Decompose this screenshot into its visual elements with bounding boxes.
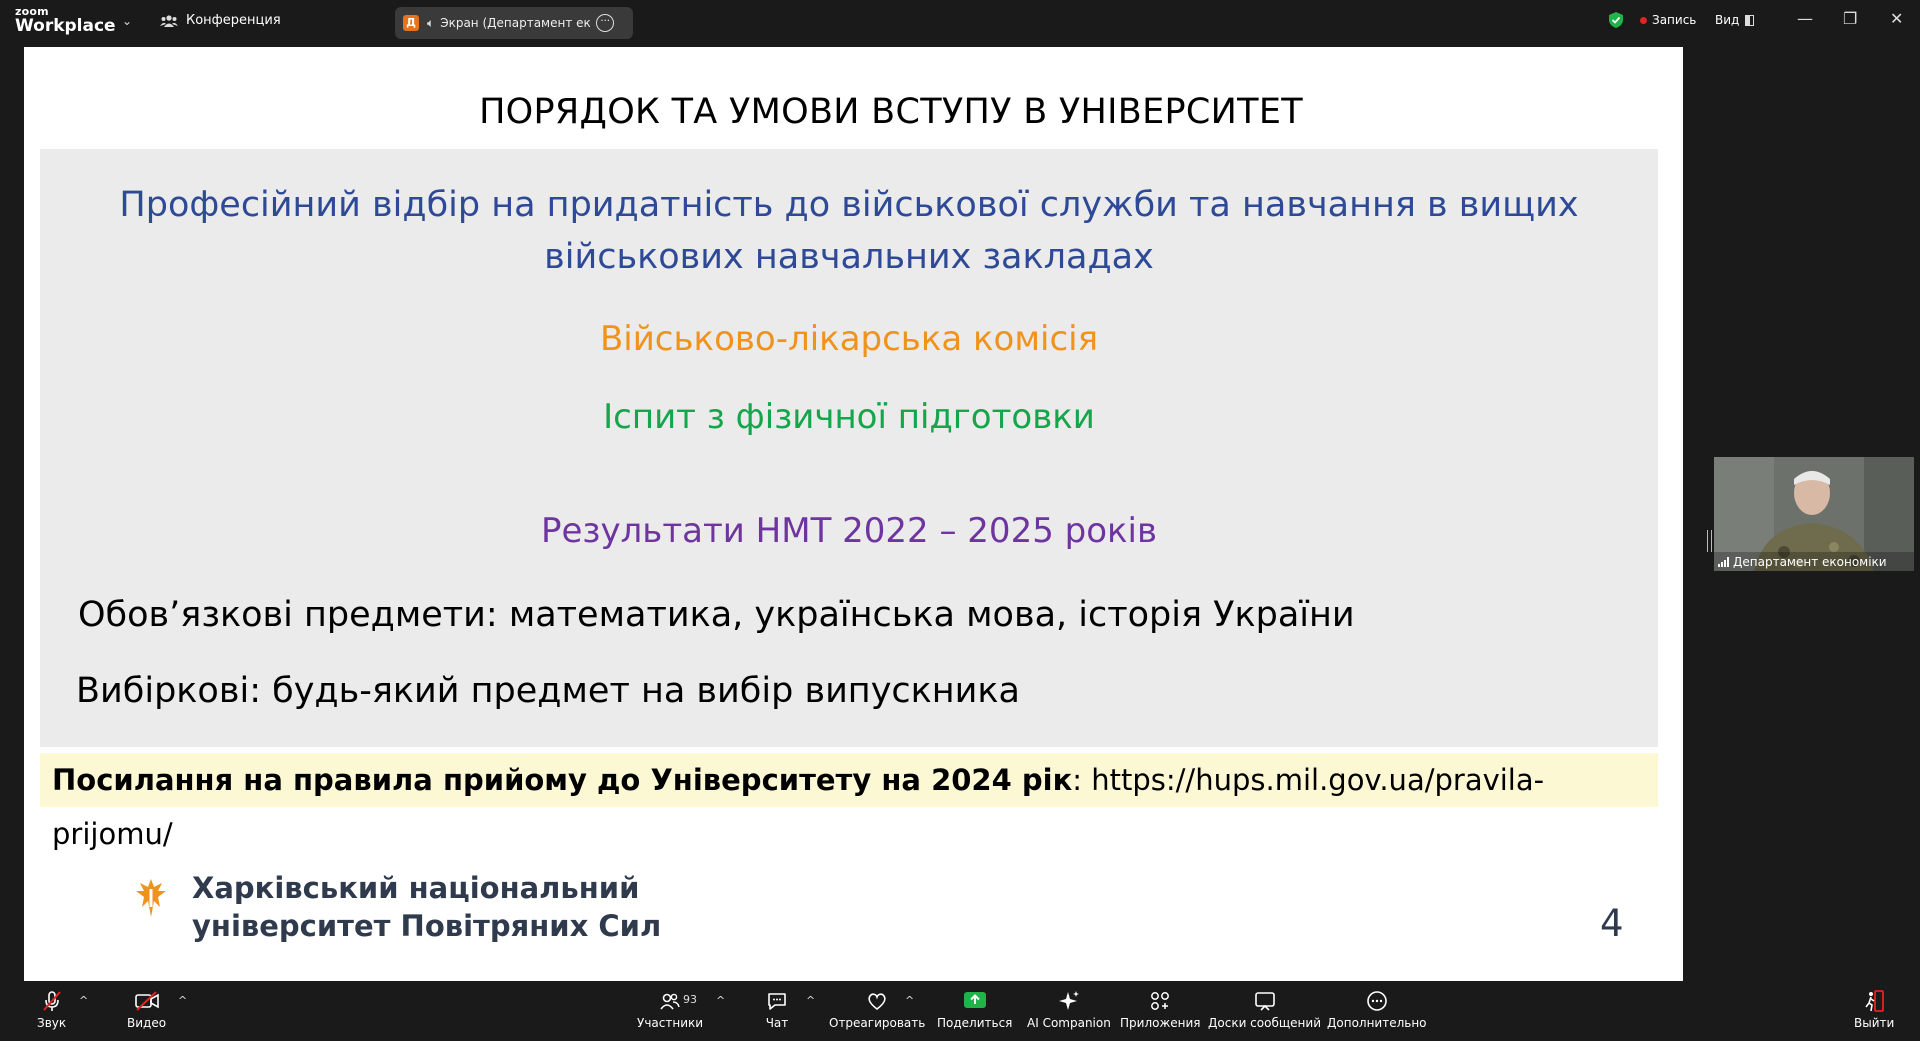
- screen-share-label: Экран (Департамент економіки): [440, 16, 591, 30]
- view-label: Вид: [1715, 13, 1740, 27]
- meeting-toolbar: Звук ^ Видео ^ Участники 93 ^ Чат ^ Отре…: [0, 981, 1920, 1041]
- shared-slide: ПОРЯДОК ТА УМОВИ ВСТУПУ В УНІВЕРСИТЕТ Пр…: [24, 47, 1683, 981]
- heart-icon: [868, 993, 886, 1011]
- react-options-chevron-icon[interactable]: ^: [905, 994, 914, 1007]
- recording-label: Запись: [1652, 13, 1697, 27]
- audio-button[interactable]: Звук: [37, 989, 66, 1030]
- university-name-line1: Харківський національний: [192, 871, 640, 905]
- ai-companion-label: AI Companion: [1027, 1016, 1111, 1030]
- share-screen-icon: [963, 992, 986, 1008]
- participant-name: Департамент економіки: [1733, 554, 1887, 569]
- whiteboard-icon: [1254, 992, 1275, 1011]
- more-button[interactable]: Дополнительно: [1327, 989, 1427, 1030]
- whiteboards-label: Доски сообщений: [1208, 1016, 1321, 1030]
- whiteboards-button[interactable]: Доски сообщений: [1208, 989, 1321, 1030]
- presenter-badge: Д: [403, 15, 419, 31]
- apps-label: Приложения: [1120, 1016, 1201, 1030]
- leave-button[interactable]: Выйти: [1854, 989, 1894, 1030]
- nmt-results-text: Результати НМТ 2022 – 2025 років: [540, 511, 1158, 551]
- chat-icon: [768, 993, 786, 1010]
- signal-strength-icon: [1718, 556, 1729, 567]
- conference-label: Конференция: [186, 13, 281, 28]
- audio-label: Звук: [37, 1016, 67, 1030]
- leave-label: Выйти: [1854, 1016, 1895, 1030]
- minimize-icon[interactable]: —: [1797, 9, 1813, 28]
- ai-sparkle-icon: [1058, 991, 1079, 1010]
- video-button[interactable]: Видео: [127, 989, 166, 1030]
- link-label: Посилання на правила прийому до Універси…: [52, 763, 1073, 797]
- speaker-icon: 🔈︎: [427, 15, 435, 30]
- recording-indicator[interactable]: Запись: [1640, 13, 1696, 27]
- selection-heading: Професійний відбір на придатність до вій…: [40, 179, 1658, 283]
- screen-share-indicator[interactable]: Д 🔈︎ Экран (Департамент економіки) ···: [395, 7, 633, 39]
- slide-content-box: Професійний відбір на придатність до вій…: [40, 149, 1658, 747]
- audio-options-chevron-icon[interactable]: ^: [79, 994, 88, 1007]
- admission-rules-link-bar: Посилання на правила прийому до Універси…: [40, 753, 1658, 851]
- chat-options-chevron-icon[interactable]: ^: [806, 994, 815, 1007]
- slide-page-number: 4: [1600, 902, 1624, 945]
- zoom-workplace-logo[interactable]: zoom Workplace: [15, 6, 116, 35]
- university-name: Харківський національний університет Пов…: [192, 869, 661, 945]
- more-options-icon[interactable]: ···: [596, 14, 615, 32]
- chat-button[interactable]: Чат: [765, 989, 789, 1030]
- restore-icon[interactable]: ❐: [1843, 9, 1857, 28]
- university-name-line2: університет Повітряних Сил: [192, 909, 662, 943]
- recording-dot-icon: [1640, 16, 1647, 24]
- view-layout-icon: [1745, 14, 1755, 26]
- encryption-shield-icon[interactable]: [1608, 11, 1624, 29]
- view-button[interactable]: Вид: [1715, 13, 1755, 27]
- selection-heading-line2: військових навчальних закладах: [544, 237, 1154, 277]
- logo-big-text: Workplace: [15, 16, 116, 36]
- close-icon[interactable]: ✕: [1890, 9, 1903, 28]
- more-dots-icon: [1366, 991, 1387, 1011]
- chevron-down-icon[interactable]: ⌄: [122, 14, 132, 28]
- video-panel-drag-handle[interactable]: [1707, 530, 1712, 552]
- react-label: Отреагировать: [829, 1016, 926, 1030]
- share-label: Поделиться: [937, 1016, 1013, 1030]
- selection-heading-line1: Професійний відбір на придатність до вій…: [119, 185, 1579, 225]
- apps-icon: [1151, 992, 1170, 1010]
- participant-name-label: Департамент економіки: [1714, 552, 1914, 571]
- participants-group-icon: [160, 14, 178, 27]
- top-bar: zoom Workplace ⌄ Конференция Д 🔈︎ Экран …: [0, 0, 1920, 46]
- physical-exam-text: Іспит з фізичної підготовки: [603, 397, 1095, 437]
- conference-button[interactable]: Конференция: [160, 13, 281, 28]
- participants-count: 93: [683, 993, 697, 1006]
- microphone-muted-icon: [42, 991, 61, 1011]
- participants-label: Участники: [637, 1016, 704, 1030]
- medical-commission-text: Військово-лікарська комісія: [599, 319, 1099, 359]
- university-emblem-icon: [136, 879, 166, 917]
- apps-button[interactable]: Приложения: [1120, 989, 1201, 1030]
- leave-icon: [1865, 990, 1885, 1012]
- slide-title: ПОРЯДОК ТА УМОВИ ВСТУПУ В УНІВЕРСИТЕТ: [479, 92, 1303, 132]
- share-button[interactable]: Поделиться: [937, 989, 1012, 1030]
- elective-subjects-text: Вибіркові: будь-який предмет на вибір ви…: [76, 671, 1021, 711]
- participants-options-chevron-icon[interactable]: ^: [716, 994, 725, 1007]
- mandatory-subjects-text: Обов’язкові предмети: математика, україн…: [78, 595, 1355, 635]
- ai-companion-button[interactable]: AI Companion: [1027, 989, 1111, 1030]
- more-label: Дополнительно: [1327, 1016, 1427, 1030]
- chat-label: Чат: [765, 1016, 789, 1030]
- participants-icon: [660, 993, 680, 1010]
- video-label: Видео: [127, 1016, 167, 1030]
- video-options-chevron-icon[interactable]: ^: [178, 994, 187, 1007]
- camera-off-icon: [134, 991, 159, 1011]
